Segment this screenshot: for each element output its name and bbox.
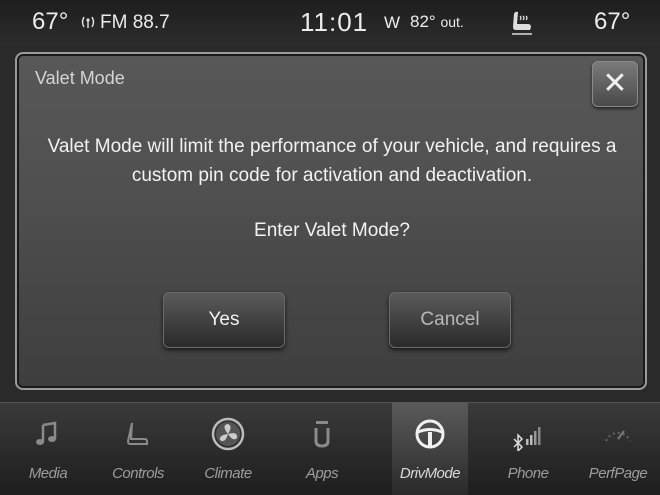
radio-antenna-icon <box>80 14 96 30</box>
yes-button[interactable]: Yes <box>163 292 285 348</box>
nav-label: Media <box>28 465 68 482</box>
compass-heading: W <box>384 13 401 32</box>
nav-item-apps[interactable]: Apps <box>284 403 360 495</box>
seat-icon <box>121 417 155 451</box>
bottom-nav: Media Controls Climate Apps DrivMode Pho… <box>0 402 660 495</box>
cancel-button[interactable]: Cancel <box>389 292 511 348</box>
driver-temp[interactable]: 67° <box>32 8 68 36</box>
dialog-message: Valet Mode will limit the performance of… <box>47 136 617 186</box>
gauge-icon <box>601 417 635 451</box>
passenger-temp[interactable]: 67° <box>594 8 630 36</box>
close-button[interactable]: ✕ <box>592 61 638 107</box>
nav-label: Apps <box>305 465 339 482</box>
outside-temp-suffix: out. <box>440 14 464 30</box>
fan-icon <box>211 417 245 451</box>
steering-wheel-icon <box>413 417 447 451</box>
clock: 11:01 <box>300 7 369 37</box>
radio-station[interactable]: FM 88.7 <box>100 12 170 34</box>
nav-item-perfpage[interactable]: PerfPage <box>580 403 656 495</box>
status-bar: 67° FM 88.7 11:01 W 82° out. 67° <box>0 0 660 46</box>
nav-label: Controls <box>112 465 164 482</box>
valet-mode-dialog: Valet Mode ✕ Valet Mode will limit the p… <box>15 52 647 390</box>
nav-item-drivmode[interactable]: DrivMode <box>392 403 468 495</box>
nav-item-media[interactable]: Media <box>10 403 86 495</box>
nav-label: PerfPage <box>588 465 648 482</box>
dialog-title: Valet Mode <box>35 68 125 88</box>
bluetooth-signal-icon <box>511 417 545 453</box>
close-icon: ✕ <box>602 67 628 100</box>
music-note-icon <box>31 417 65 451</box>
nav-label: Climate <box>204 465 252 482</box>
outside-temp-value: 82° <box>410 12 436 31</box>
nav-label: DrivMode <box>399 465 461 482</box>
nav-item-climate[interactable]: Climate <box>190 403 266 495</box>
nav-label: Phone <box>507 465 549 482</box>
apps-icon <box>305 417 339 451</box>
outside-temp: 82° out. <box>410 12 464 32</box>
nav-item-controls[interactable]: Controls <box>100 403 176 495</box>
dialog-question: Enter Valet Mode? <box>254 220 410 241</box>
heated-seat-icon[interactable] <box>508 10 536 36</box>
nav-item-phone[interactable]: Phone <box>490 403 566 495</box>
